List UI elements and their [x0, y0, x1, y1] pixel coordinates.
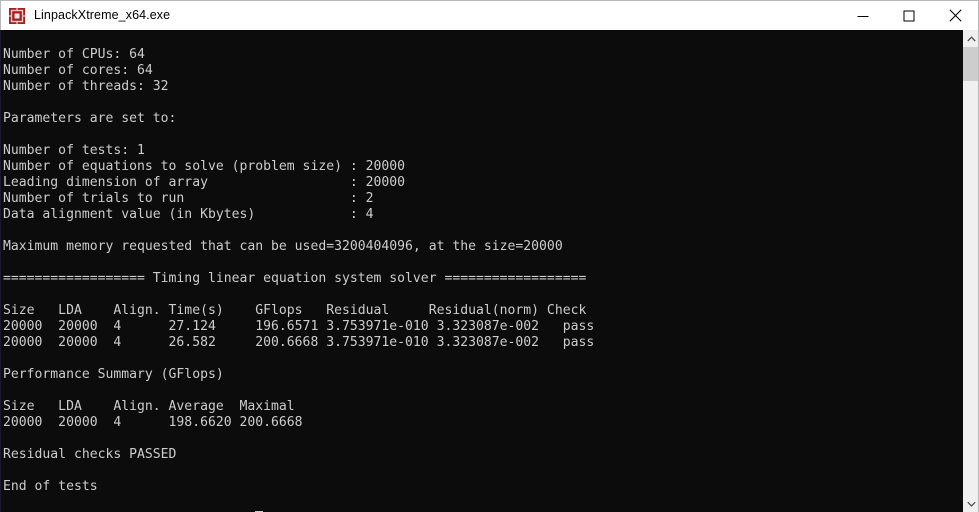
console-line: 20000 20000 4 26.582 200.6668 3.753971e-…: [3, 335, 595, 351]
console-line: Number of CPUs: 64: [3, 47, 145, 63]
scroll-down-button[interactable]: [963, 495, 979, 512]
console-line: Residual checks PASSED: [3, 447, 177, 463]
console-line: Number of equations to solve (problem si…: [3, 159, 406, 175]
minimize-icon: [857, 15, 869, 17]
console-line: Size LDA Align. Time(s) GFlops Residual …: [3, 303, 587, 319]
window-controls: [840, 1, 978, 30]
console-line: Leading dimension of array : 20000: [3, 175, 406, 191]
console-line: Size LDA Align. Average Maximal: [3, 399, 295, 415]
title-bar[interactable]: LinpackXtreme_x64.exe: [0, 0, 979, 30]
console-line: 20000 20000 4 27.124 196.6571 3.753971e-…: [3, 319, 595, 335]
maximize-button[interactable]: [886, 1, 932, 30]
maximize-icon: [903, 10, 915, 21]
console-line-list: Number of CPUs: 64 Number of cores: 64 Num…: [3, 47, 594, 512]
console-line: Parameters are set to:: [3, 111, 177, 127]
chevron-down-icon: [966, 501, 976, 507]
window-title: LinpackXtreme_x64.exe: [34, 8, 171, 23]
console-line: Number of threads: 32: [3, 79, 169, 95]
scroll-up-button[interactable]: [963, 30, 979, 47]
close-icon: [948, 9, 962, 22]
console-line: Number of tests: 1: [3, 143, 145, 159]
console-line: End of tests: [3, 479, 98, 495]
console-line: Performance Summary (GFlops): [3, 367, 224, 383]
vertical-scrollbar[interactable]: [962, 30, 979, 512]
scrollbar-thumb[interactable]: [963, 47, 979, 81]
console-line: 20000 20000 4 198.6620 200.6668: [3, 415, 303, 431]
close-button[interactable]: [932, 1, 978, 30]
console-line: Maximum memory requested that can be use…: [3, 239, 563, 255]
console-client-area[interactable]: Number of CPUs: 64 Number of cores: 64 Num…: [0, 30, 979, 512]
chevron-up-icon: [966, 35, 976, 41]
linpack-app-icon: [9, 7, 25, 24]
console-window: LinpackXtreme_x64.exe Number of CPUs: 64…: [0, 0, 979, 512]
console-line: Data alignment value (in Kbytes) : 4: [3, 207, 374, 223]
minimize-button[interactable]: [840, 1, 886, 30]
console-line: Number of trials to run : 2: [3, 191, 374, 207]
console-output[interactable]: Number of CPUs: 64 Number of cores: 64 Num…: [1, 30, 962, 512]
scrollbar-track[interactable]: [963, 47, 979, 495]
console-line: ================== Timing linear equatio…: [3, 271, 587, 287]
console-line: Number of cores: 64: [3, 63, 153, 79]
